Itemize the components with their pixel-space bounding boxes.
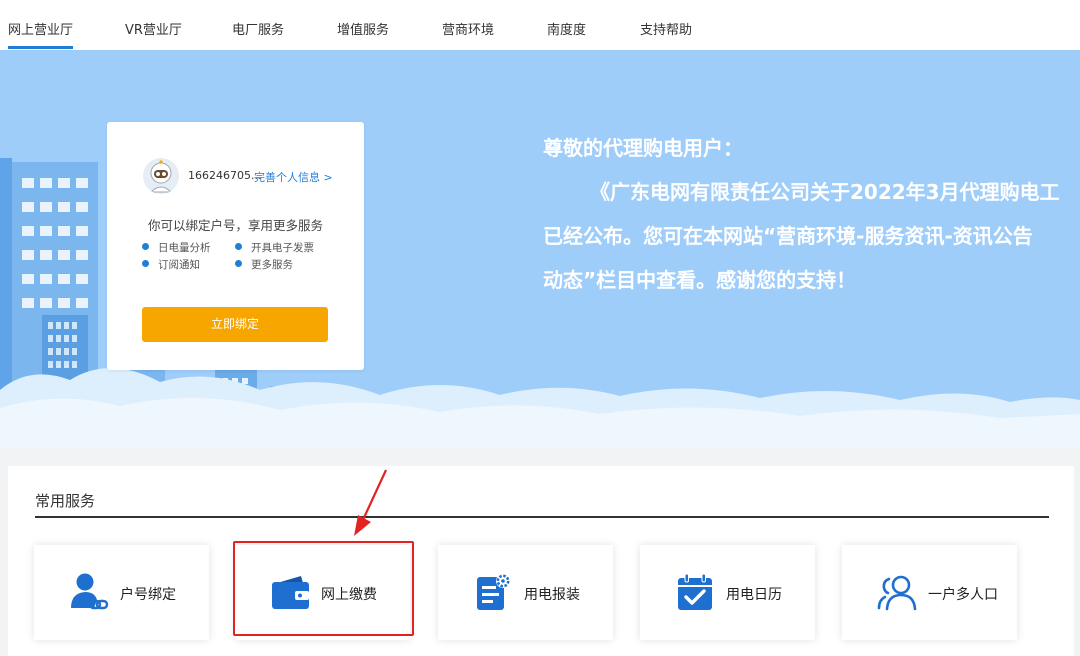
feature-item: 开具电子发票 — [235, 240, 314, 255]
bullet-dot — [142, 243, 149, 250]
bullet-dot — [235, 243, 242, 250]
bullet-dot — [142, 260, 149, 267]
nav-item-online-hall[interactable]: 网上营业厅 — [8, 19, 74, 49]
feature-label: 订阅通知 — [158, 259, 200, 271]
nav-item-support[interactable]: 支持帮助 — [640, 19, 692, 38]
service-label: 用电报装 — [524, 587, 580, 603]
feature-label: 更多服务 — [251, 259, 293, 271]
user-card: 166246705... 完善个人信息 > 你可以绑定户号，享用更多服务 日电量… — [107, 122, 364, 370]
announcement-line: 《广东电网有限责任公司关于2022年3月代理购电工 — [590, 180, 1060, 204]
service-label: 网上缴费 — [321, 587, 377, 603]
nav-item-plant-service[interactable]: 电厂服务 — [232, 19, 284, 38]
service-tile-power-application[interactable]: 用电报装 — [438, 545, 613, 640]
service-label: 一户多人口 — [928, 587, 998, 603]
feature-item: 日电量分析 — [142, 240, 211, 255]
document-gear-icon — [477, 574, 510, 610]
service-tile-online-payment[interactable]: 网上缴费 — [235, 545, 410, 640]
username: 166246705... — [188, 169, 262, 182]
bind-tip: 你可以绑定户号，享用更多服务 — [147, 218, 323, 233]
service-tile-account-binding[interactable]: 户号绑定 — [34, 545, 209, 640]
section-divider — [35, 516, 1049, 518]
calendar-check-icon — [678, 573, 712, 610]
top-nav: 网上营业厅 VR营业厅 电厂服务 增值服务 营商环境 南度度 支持帮助 — [0, 0, 1080, 50]
nav-item-vr-hall[interactable]: VR营业厅 — [125, 19, 182, 38]
announcement-line: 动态”栏目中查看。感谢您的支持！ — [543, 268, 857, 292]
bind-now-button[interactable]: 立即绑定 — [142, 307, 328, 342]
nav-item-business-env[interactable]: 营商环境 — [442, 19, 494, 38]
robot-avatar-icon — [143, 158, 179, 194]
user-link-icon — [71, 573, 109, 610]
feature-label: 开具电子发票 — [251, 242, 314, 254]
announcement-line: 尊敬的代理购电用户： — [543, 136, 743, 160]
avatar[interactable] — [143, 158, 179, 194]
complete-profile-link[interactable]: 完善个人信息 > — [254, 169, 333, 185]
announcement: 尊敬的代理购电用户： 《广东电网有限责任公司关于2022年3月代理购电工 已经公… — [543, 126, 1080, 302]
section-title: 常用服务 — [35, 492, 96, 510]
service-label: 户号绑定 — [120, 587, 176, 603]
common-services: 常用服务 户号绑定 网上缴费 用电报装 用电日历 一户多人口 — [8, 466, 1074, 656]
nav-item-value-added[interactable]: 增值服务 — [337, 19, 389, 38]
nav-item-nandudu[interactable]: 南度度 — [547, 19, 586, 38]
service-tile-power-calendar[interactable]: 用电日历 — [640, 545, 815, 640]
feature-item: 更多服务 — [235, 257, 293, 272]
feature-label: 日电量分析 — [158, 242, 211, 254]
wallet-icon — [272, 576, 309, 609]
multi-user-icon — [877, 575, 917, 611]
bullet-dot — [235, 260, 242, 267]
feature-item: 订阅通知 — [142, 257, 200, 272]
announcement-line: 已经公布。您可在本网站“营商环境-服务资讯-资讯公告 — [543, 224, 1033, 248]
service-tile-multi-user[interactable]: 一户多人口 — [842, 545, 1017, 640]
service-label: 用电日历 — [726, 587, 782, 603]
